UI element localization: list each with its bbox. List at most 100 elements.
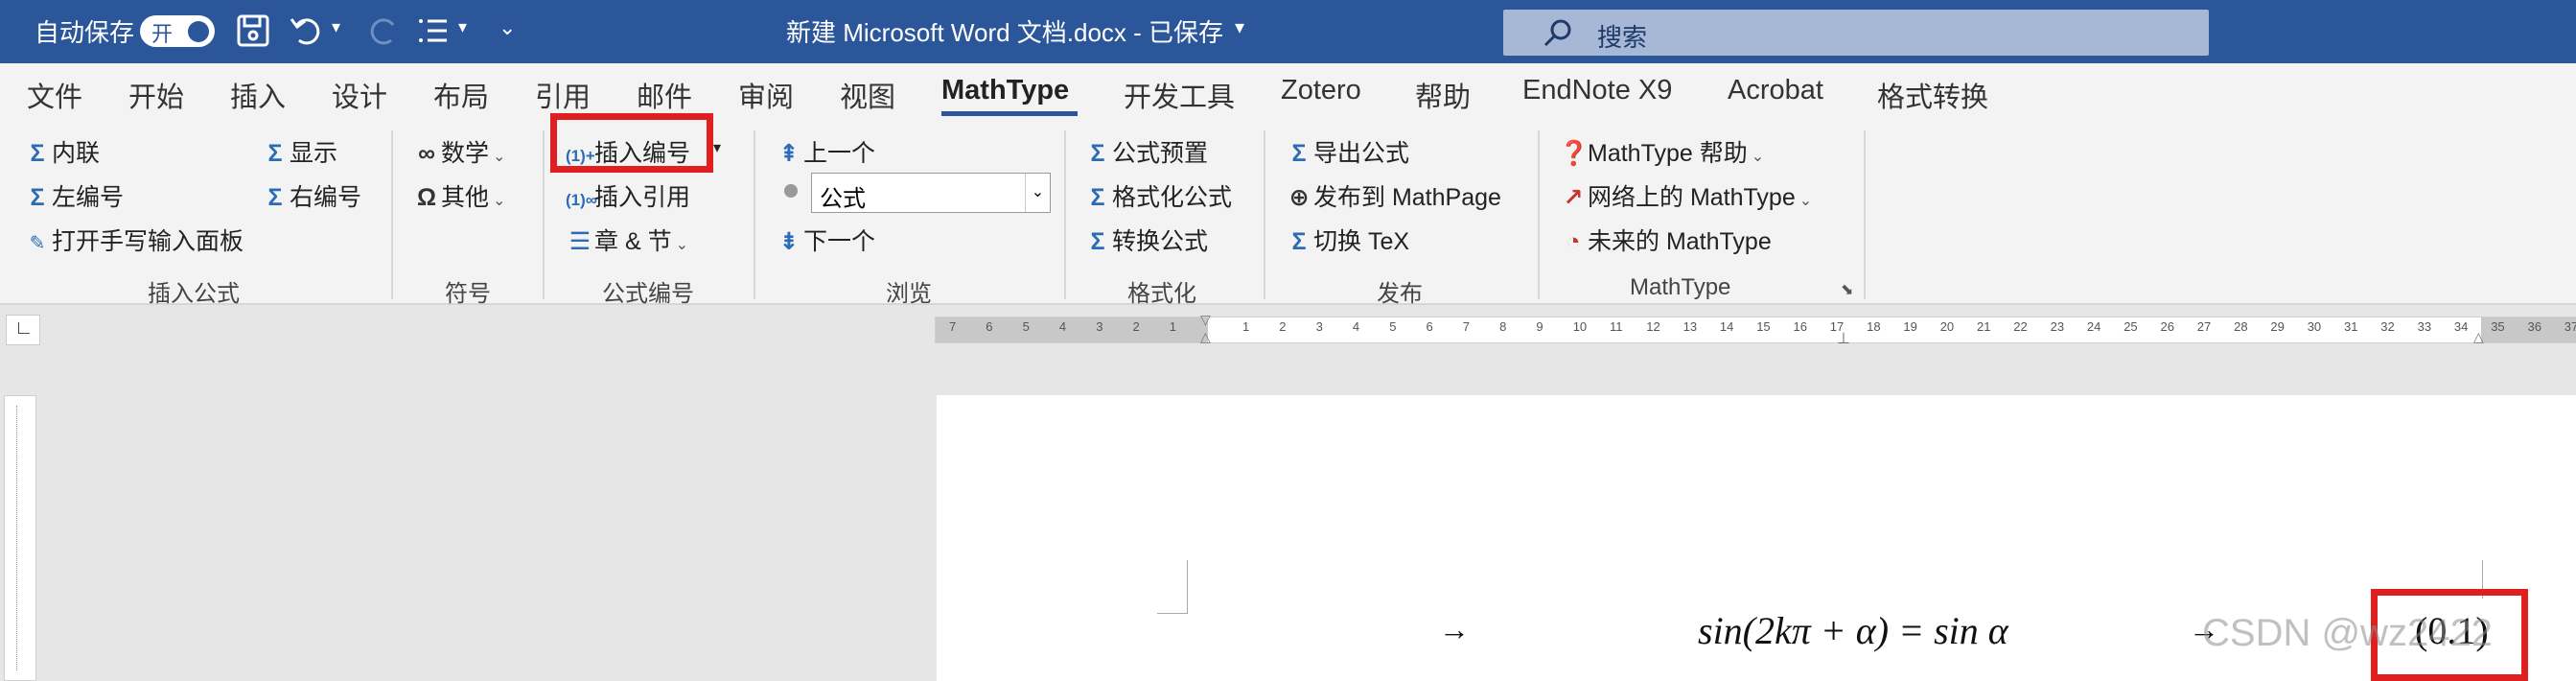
search-box[interactable]: 搜索 [1503,10,2209,56]
document-title[interactable]: 新建 Microsoft Word 文档.docx - 已保存 [786,13,1223,49]
ruler-number: 15 [1756,319,1771,334]
list-dropdown-icon[interactable]: ▾ [458,17,467,37]
left-number-button[interactable]: Σ 左编号 [23,178,124,213]
chevron-down-icon[interactable]: ⌄ [1025,174,1050,212]
chevron-down-icon: ⌄ [493,149,506,165]
group-divider [543,130,545,299]
chapter-section-dropdown[interactable]: ☰ 章 & 节 ⌄ [566,223,688,257]
ribbon: Σ 内联 Σ 左编号 ✎ 打开手写输入面板 Σ 显示 Σ 右编号 插入公式 ∞ 数学 ⌄ Ω其… [0,113,2576,307]
hanging-indent-marker[interactable]: △ [1200,329,1211,345]
ruler-number: 4 [1058,319,1067,334]
ruler-number: 22 [2013,319,2028,334]
mathtype-help-button[interactable]: ❓MathType 帮助 ⌄ [1559,134,1764,169]
tab-design[interactable]: 设计 [332,75,387,115]
ruler-number: 16 [1793,319,1807,334]
group-label-formula-numbering: 公式编号 [602,281,694,307]
display-button[interactable]: Σ 显示 [261,134,337,169]
ruler-number: 4 [1352,319,1360,334]
publish-mathpage-button[interactable]: ⊕ 发布到 MathPage [1285,178,1501,213]
insert-reference-label: 插入引用 [594,184,691,211]
tab-endnote[interactable]: EndNote X9 [1522,75,1672,106]
ruler-number: 30 [2307,319,2322,334]
vertical-ruler [4,395,36,681]
undo-dropdown-icon[interactable]: ▾ [332,17,340,37]
globe-icon: ⊕ [1288,184,1310,211]
document-page[interactable]: → sin(2kπ + α) = sin α → (0.1) CSDN @wz2… [937,395,2576,681]
group-divider [1538,130,1540,299]
mathtype-online-button[interactable]: ↗ 网络上的 MathType ⌄ [1559,178,1813,213]
tab-view[interactable]: 视图 [840,75,895,115]
first-line-indent-marker[interactable]: ▽ [1200,312,1211,328]
toggle-tex-button[interactable]: Σ 切换 TeX [1285,223,1409,257]
up-arrow-icon: ⇞ [778,140,800,167]
tab-zotero[interactable]: Zotero [1281,75,1361,106]
future-icon: ◔ [1566,228,1581,255]
tab-references[interactable]: 引用 [535,75,591,115]
group-label-publish: 发布 [1377,281,1423,307]
inline-button[interactable]: Σ 内联 [23,134,100,169]
web-link-icon: ↗ [1563,184,1584,211]
next-button[interactable]: ⇟ 下一个 [775,223,876,257]
ruler-number: 18 [1867,319,1881,334]
sigma-right-icon: Σ [267,184,283,211]
tab-review[interactable]: 审阅 [738,75,794,115]
autosave-toggle[interactable]: 开 [140,15,215,47]
save-icon[interactable] [234,12,272,50]
tab-file[interactable]: 文件 [27,75,82,115]
tab-insert[interactable]: 插入 [230,75,286,115]
customize-qat-icon[interactable]: ⌄ [499,15,516,40]
tab-selector[interactable]: ∟ [6,315,40,345]
previous-button[interactable]: ⇞ 上一个 [775,134,876,169]
watermark: CSDN @wz2422 [2202,612,2493,654]
chapter-section-label: 章 & 节 [594,228,672,255]
tab-home[interactable]: 开始 [128,75,184,115]
tab-acrobat[interactable]: Acrobat [1728,75,1823,106]
format-formula-button[interactable]: Σ 格式化公式 [1083,178,1232,213]
title-dropdown-icon[interactable]: ▾ [1235,15,1244,39]
ruler-number: 25 [2123,319,2138,334]
handwriting-panel-button[interactable]: ✎ 打开手写输入面板 [23,223,244,257]
down-arrow-icon: ⇟ [778,228,800,255]
math-symbols-dropdown[interactable]: ∞ 数学 ⌄ [412,134,505,169]
tab-help[interactable]: 帮助 [1415,75,1471,115]
insert-reference-button[interactable]: (1)∞插入引用 [566,178,690,213]
dialog-launcher-icon[interactable]: ⬊ [1841,280,1853,299]
search-placeholder: 搜索 [1597,23,1648,52]
group-divider [1264,130,1265,299]
ruler-number: 7 [1462,319,1471,334]
ruler-number: 19 [1903,319,1917,334]
undo-icon[interactable] [288,12,326,50]
horizontal-ruler[interactable]: 7654321 1 2 3 4 5 6 7 8 9 10 11 12 13 14 15 16 17 18 19 20 2… [935,312,2576,347]
ruler-number: 21 [1977,319,1991,334]
equation[interactable]: sin(2kπ + α) = sin α [1698,608,2008,653]
ruler-number: 11 [1610,319,1623,334]
center-tab-marker: ⊥ [1837,331,1850,347]
export-formula-button[interactable]: Σ 导出公式 [1285,134,1409,169]
tab-mathtype[interactable]: MathType [941,75,1069,106]
previous-label: 上一个 [803,140,876,167]
tab-format-convert[interactable]: 格式转换 [1877,75,1988,115]
formula-preset-button[interactable]: Σ 公式预置 [1083,134,1208,169]
list-format-icon[interactable] [414,12,453,50]
ruler-number: 7 [949,319,957,334]
redo-icon[interactable] [364,12,403,50]
group-label-symbols: 符号 [445,281,491,307]
right-number-label: 右编号 [290,184,362,211]
help-icon: ❓ [1559,140,1590,167]
browse-type-select[interactable]: 公式 ⌄ [811,173,1051,213]
ruler-number: 2 [1279,319,1287,334]
right-indent-marker[interactable]: △ [2473,329,2484,345]
future-mathtype-button[interactable]: ◔ 未来的 MathType [1559,223,1771,257]
ribbon-tabs: 文件 开始 插入 设计 布局 引用 邮件 审阅 视图 MathType 开发工具… [0,63,2576,121]
chevron-down-icon: ⌄ [493,193,506,209]
tab-layout[interactable]: 布局 [433,75,489,115]
right-number-button[interactable]: Σ 右编号 [261,178,361,213]
ruler-number: 24 [2086,319,2101,334]
tab-mailings[interactable]: 邮件 [637,75,692,115]
autosave-label: 自动保存 [35,18,135,47]
ruler-number: 27 [2196,319,2212,334]
tab-developer[interactable]: 开发工具 [1124,75,1235,115]
other-symbols-dropdown[interactable]: Ω 其他 ⌄ [412,178,505,213]
convert-formula-button[interactable]: Σ 转换公式 [1083,223,1208,257]
insert-number-dropdown-icon[interactable]: ▾ [713,138,721,157]
